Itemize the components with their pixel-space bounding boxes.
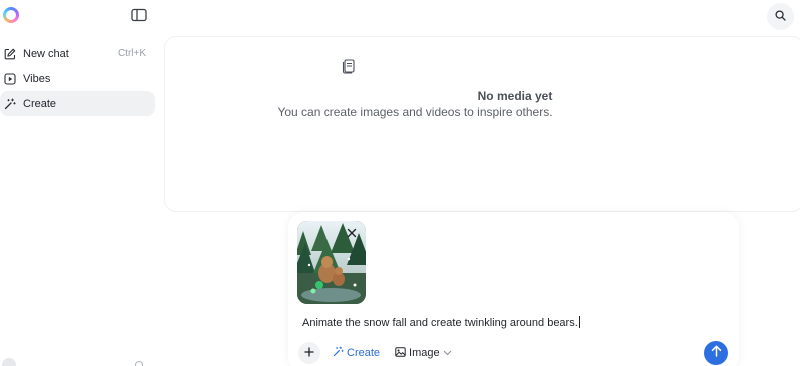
send-button[interactable] bbox=[704, 341, 728, 365]
play-square-icon bbox=[4, 72, 16, 85]
search-icon bbox=[775, 8, 786, 26]
prompt-composer: Animate the snow fall and create twinkli… bbox=[288, 212, 739, 366]
create-mode-button[interactable]: Create bbox=[333, 346, 380, 360]
app-logo[interactable] bbox=[3, 7, 19, 23]
plus-icon bbox=[304, 344, 314, 362]
sidebar-item-new-chat[interactable]: New chat Ctrl+K bbox=[0, 41, 155, 66]
arrow-up-icon bbox=[711, 344, 722, 362]
add-attachment-button[interactable] bbox=[298, 342, 320, 364]
media-type-label: Image bbox=[409, 347, 440, 359]
magic-wand-icon bbox=[4, 98, 16, 110]
media-type-dropdown[interactable]: Image bbox=[395, 346, 452, 360]
edit-icon bbox=[4, 48, 16, 60]
create-mode-label: Create bbox=[347, 347, 381, 359]
empty-state-title: No media yet bbox=[477, 89, 553, 103]
shortcut-hint: Ctrl+K bbox=[117, 48, 146, 59]
sidebar-item-label: Create bbox=[23, 97, 57, 110]
composer-toolbar: Create Image bbox=[298, 341, 730, 365]
sidebar-item-label: New chat bbox=[23, 47, 69, 60]
prompt-input[interactable]: Animate the snow fall and create twinkli… bbox=[302, 316, 722, 329]
chevron-down-icon bbox=[443, 347, 452, 359]
text-caret bbox=[578, 316, 580, 328]
image-icon bbox=[395, 346, 406, 360]
sidebar-item-create[interactable]: Create bbox=[0, 91, 155, 116]
media-gallery-panel: No media yet You can create images and v… bbox=[164, 36, 800, 212]
settings-icon[interactable] bbox=[135, 361, 143, 366]
media-stack-icon bbox=[342, 59, 356, 74]
sidebar-item-label: Vibes bbox=[23, 72, 51, 85]
sidebar: New chat Ctrl+K Vibes Create bbox=[0, 0, 163, 366]
search-button[interactable] bbox=[767, 3, 794, 30]
sidebar-toggle-icon[interactable] bbox=[131, 8, 148, 23]
user-avatar[interactable] bbox=[2, 358, 16, 366]
magic-wand-icon bbox=[333, 346, 344, 360]
empty-state-subtitle: You can create images and videos to insp… bbox=[277, 105, 553, 119]
prompt-text: Animate the snow fall and create twinkli… bbox=[302, 317, 578, 329]
remove-attachment-close-icon[interactable] bbox=[346, 226, 358, 238]
sidebar-item-vibes[interactable]: Vibes bbox=[0, 66, 155, 91]
